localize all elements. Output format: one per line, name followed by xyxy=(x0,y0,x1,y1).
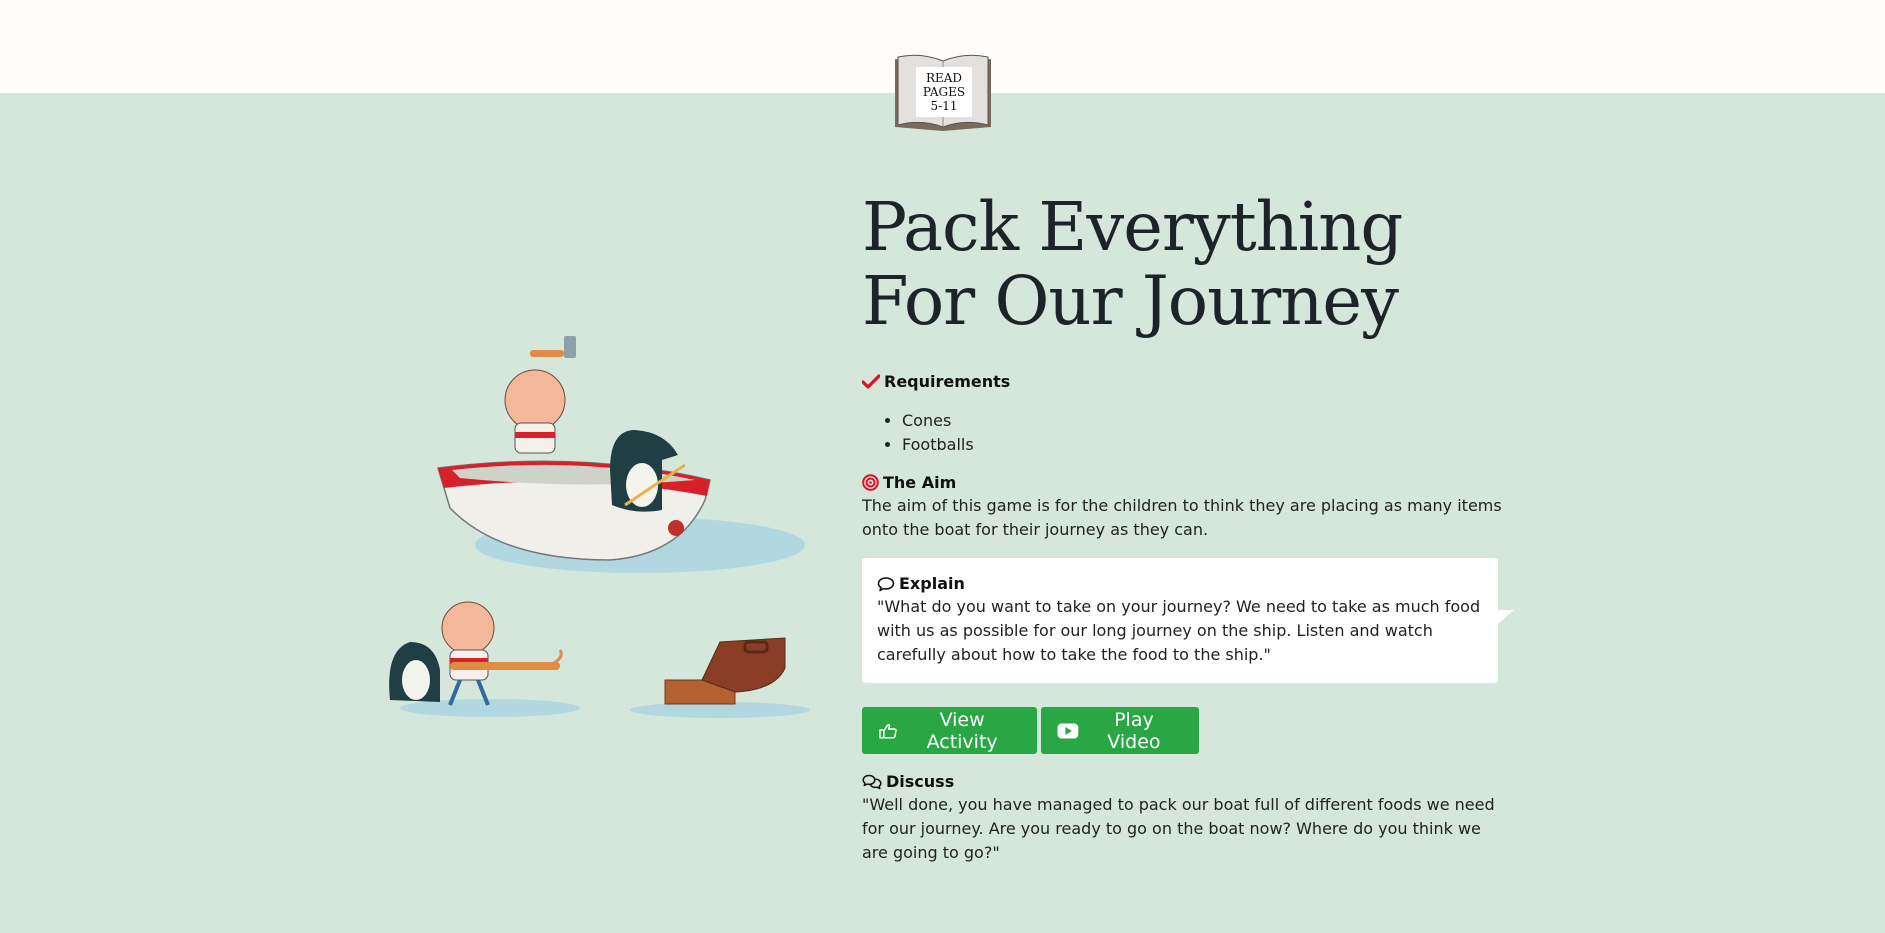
speech-bubble-icon xyxy=(877,576,895,591)
aim-heading-label: The Aim xyxy=(883,473,957,492)
explain-heading: Explain xyxy=(877,574,1483,593)
discuss-heading-label: Discuss xyxy=(886,772,955,791)
view-activity-label: View Activity xyxy=(926,708,998,753)
list-item: Cones xyxy=(902,409,1502,433)
explain-box: Explain "What do you want to take on you… xyxy=(862,558,1514,683)
badge-line2: PAGES xyxy=(922,85,966,99)
aim-text: The aim of this game is for the children… xyxy=(862,496,1502,539)
play-video-button[interactable]: Play Video xyxy=(1041,707,1199,754)
page-title: Pack Everything For Our Journey xyxy=(862,188,1403,340)
youtube-play-icon xyxy=(1057,723,1079,738)
target-icon xyxy=(862,474,879,491)
action-buttons: View Activity Play Video xyxy=(862,707,1502,754)
discuss-text: "Well done, you have managed to pack our… xyxy=(862,795,1495,862)
story-illustration xyxy=(389,336,810,718)
requirements-heading: Requirements xyxy=(862,372,1502,391)
requirements-list: Cones Footballs xyxy=(902,409,1502,457)
view-activity-button[interactable]: View Activity xyxy=(862,707,1037,754)
explain-text: "What do you want to take on your journe… xyxy=(877,597,1481,664)
speech-tail xyxy=(1498,610,1514,624)
hand-pointer-icon xyxy=(879,723,897,739)
content-column: Pack Everything For Our Journey Requirem… xyxy=(862,188,1514,865)
explain-heading-label: Explain xyxy=(899,574,965,593)
list-item: Footballs xyxy=(902,433,1502,457)
badge-line3: 5-11 xyxy=(930,99,958,113)
read-pages-badge: READ PAGES 5-11 xyxy=(916,67,972,117)
discuss-heading: Discuss xyxy=(862,772,1502,791)
badge-line1: READ xyxy=(925,71,963,85)
aim-heading: The Aim xyxy=(862,473,1502,492)
play-video-label: Play Video xyxy=(1107,708,1161,753)
requirements-heading-label: Requirements xyxy=(884,372,1011,391)
check-icon xyxy=(862,373,880,389)
chat-bubbles-icon xyxy=(862,774,882,789)
